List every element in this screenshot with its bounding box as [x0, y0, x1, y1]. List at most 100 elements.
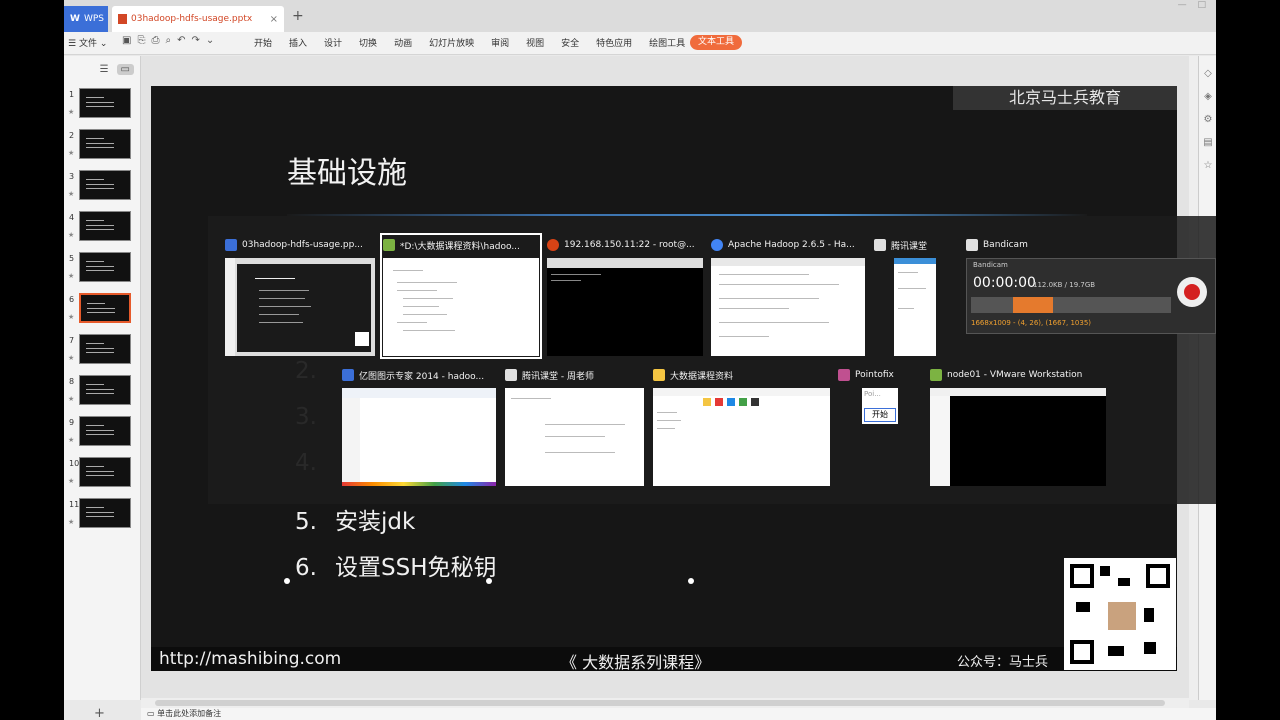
export-icon[interactable]: ⎘	[137, 35, 145, 46]
shape-icon[interactable]: ◇	[1199, 68, 1216, 79]
bullet-text: 设置SSH免秘钥	[335, 555, 497, 581]
more-icon[interactable]: ⌄	[206, 35, 214, 46]
file-menu-label: 文件	[78, 39, 97, 49]
wps-presentation-icon	[225, 239, 237, 251]
thumbnail-text-line	[86, 143, 114, 144]
tab-bar: W WPS 03hadoop-hdfs-usage.pptx × + — □	[64, 0, 1216, 32]
slide-thumbnail-pane: ☰ ▭ 1 ★ 2 ★ 3 ★ 4 ★ 5 ★ 6 ★ 7 ★ 8 ★ 9 ★ 10 ★ 11 ★	[64, 56, 141, 700]
switcher-window-edraw[interactable]: 亿图图示专家 2014 - hadoo...	[342, 366, 498, 486]
switcher-window-folder[interactable]: 大数据课程资料	[653, 366, 831, 486]
thumbnail-number: 10	[69, 459, 80, 468]
scrollbar-thumb[interactable]	[155, 700, 1165, 706]
slide-thumbnail[interactable]	[79, 457, 131, 487]
menu-item-text-tools[interactable]: 文本工具	[690, 35, 742, 50]
bandicam-mode-selected	[1013, 297, 1053, 313]
thumbnail-text-line	[86, 512, 114, 513]
right-black-bar	[1216, 0, 1280, 720]
tab-document[interactable]: 03hadoop-hdfs-usage.pptx ×	[112, 6, 284, 32]
outline-view-icon[interactable]: ☰	[100, 64, 109, 75]
notes-bar[interactable]: ▭ 单击此处添加备注	[141, 708, 1216, 720]
thumbnail-text-line	[86, 106, 114, 107]
menu-bar: ☰ 文件 ⌄ ▣ ⎘ ⎙ ⌕ ↶ ↷ ⌄ 开始 插入 设计 切换 动画 幻灯片放…	[64, 32, 1216, 55]
qr-code-image	[1064, 558, 1176, 670]
switcher-window-vmware[interactable]: node01 - VMware Workstation	[930, 366, 1108, 486]
layers-icon[interactable]: ▤	[1199, 137, 1216, 148]
menu-item[interactable]: 审阅	[491, 36, 509, 49]
thumbnail-text-line	[86, 147, 114, 148]
bandicam-mode-bar	[971, 297, 1171, 313]
switcher-window-wps[interactable]: 03hadoop-hdfs-usage.pp...	[225, 236, 375, 356]
menu-item[interactable]: 切换	[359, 36, 377, 49]
settings-icon[interactable]: ⚙	[1199, 114, 1216, 125]
slide-thumbnail[interactable]	[79, 416, 131, 446]
bandicam-size: 112.0KB / 19.7GB	[1033, 281, 1096, 289]
menu-item[interactable]: 幻灯片放映	[429, 36, 474, 49]
thumbnail-text-line	[87, 308, 115, 309]
footer-public-account: 公众号：马士兵	[957, 655, 1049, 670]
window-title-text: node01 - VMware Workstation	[947, 370, 1083, 380]
switcher-window-terminal[interactable]: 192.168.150.11:22 - root@...	[547, 236, 703, 356]
file-menu[interactable]: ☰ 文件 ⌄	[68, 36, 107, 49]
slide-thumbnail[interactable]	[79, 170, 131, 200]
menu-item[interactable]: 插入	[289, 36, 307, 49]
resize-handle[interactable]	[688, 578, 694, 584]
slide-thumbnail[interactable]	[79, 293, 131, 323]
menu-item[interactable]: 特色应用	[596, 36, 632, 49]
horizontal-scrollbar[interactable]	[141, 698, 1189, 708]
style-icon[interactable]: ◈	[1199, 91, 1216, 102]
window-preview	[894, 258, 936, 356]
star-icon: ★	[68, 518, 75, 526]
bullet-number: 6.	[295, 555, 317, 581]
switcher-window-chrome[interactable]: Apache Hadoop 2.6.5 - Ha...	[711, 236, 865, 356]
menu-item[interactable]: 绘图工具	[649, 36, 685, 49]
window-title: 大数据课程资料	[653, 366, 733, 384]
window-title: 192.168.150.11:22 - root@...	[547, 236, 695, 254]
bullet-5[interactable]: 5. 安装jdk	[295, 502, 415, 536]
slide-thumbnail[interactable]	[79, 498, 131, 528]
pointofix-start-button[interactable]: 开始	[864, 408, 896, 422]
star-icon[interactable]: ☆	[1199, 160, 1216, 171]
add-slide-button[interactable]: +	[94, 706, 105, 720]
menu-item[interactable]: 安全	[561, 36, 579, 49]
undo-icon[interactable]: ↶	[177, 35, 185, 46]
maximize-icon[interactable]: □	[1197, 0, 1206, 10]
switcher-window-notepad[interactable]: *D:\大数据课程资料\hadoo...	[380, 233, 542, 359]
slide-thumbnail[interactable]	[79, 88, 131, 118]
preview-icon[interactable]: ⌕	[165, 35, 171, 46]
thumbnail-view-icon[interactable]: ▭	[116, 63, 134, 75]
new-tab-button[interactable]: +	[292, 8, 304, 24]
slide-title[interactable]: 基础设施	[287, 148, 407, 192]
redo-icon[interactable]: ↷	[191, 35, 199, 46]
slide-thumbnail[interactable]	[79, 334, 131, 364]
terminal-icon	[547, 239, 559, 251]
slide-thumbnail[interactable]	[79, 129, 131, 159]
slide-thumbnail[interactable]	[79, 252, 131, 282]
star-icon: ★	[68, 477, 75, 485]
switcher-window-bandicam[interactable]: Bandicam Bandicam 00:00:00 112.0KB / 19.…	[966, 236, 1216, 336]
ppt-file-icon	[118, 14, 127, 24]
menu-item[interactable]: 开始	[254, 36, 272, 49]
save-icon[interactable]: ▣	[122, 35, 131, 46]
record-icon[interactable]	[1177, 277, 1207, 307]
window-title: 腾讯课堂 - 周老师	[505, 366, 594, 384]
bullet-6[interactable]: 6. 设置SSH免秘钥	[295, 548, 497, 582]
minimize-icon[interactable]: —	[1178, 0, 1187, 10]
window-preview	[383, 258, 539, 356]
menu-item[interactable]: 动画	[394, 36, 412, 49]
thumbnail-text-line	[86, 179, 104, 180]
thumbnail-text-line	[86, 393, 114, 394]
window-preview	[342, 388, 496, 486]
menu-item[interactable]: 设计	[324, 36, 342, 49]
thumbnail-text-line	[86, 220, 104, 221]
slide-thumbnail[interactable]	[79, 375, 131, 405]
tab-wps-home[interactable]: W WPS	[64, 6, 108, 32]
switcher-window-tencent-class[interactable]: 腾讯课堂	[874, 236, 954, 356]
window-title-text: 亿图图示专家 2014 - hadoo...	[359, 371, 485, 382]
close-tab-icon[interactable]: ×	[270, 14, 278, 25]
menu-item[interactable]: 视图	[526, 36, 544, 49]
print-icon[interactable]: ⎙	[151, 35, 159, 46]
slide-thumbnail[interactable]	[79, 211, 131, 241]
switcher-window-pointofix[interactable]: Pointofix Poi... 开始	[838, 366, 904, 426]
resize-handle[interactable]	[284, 578, 290, 584]
resize-handle[interactable]	[486, 578, 492, 584]
